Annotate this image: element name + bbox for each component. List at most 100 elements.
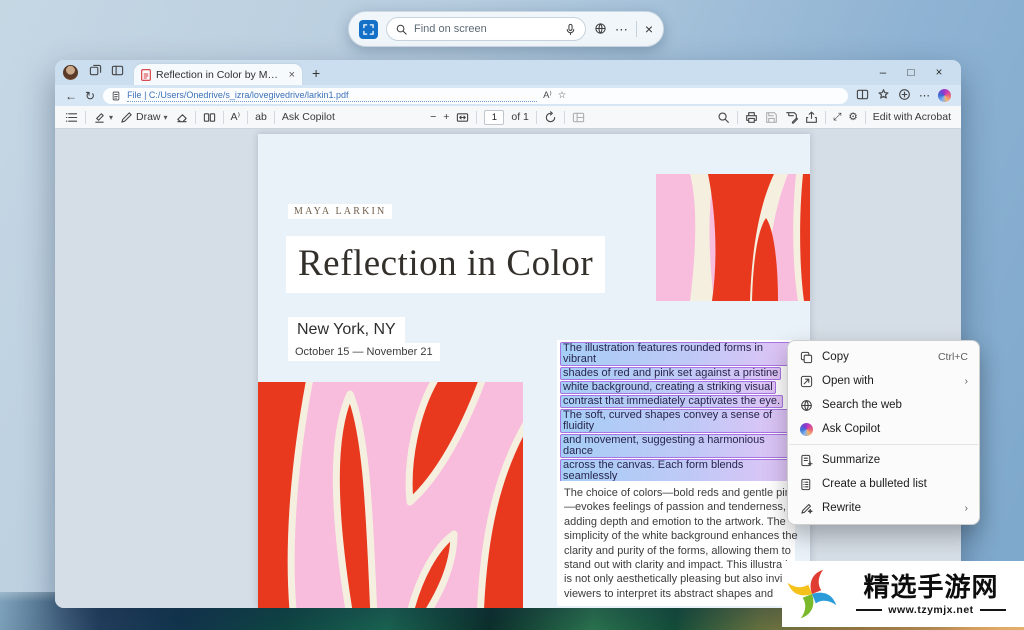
minimize-icon[interactable]: – [869,67,897,79]
zoom-in-icon[interactable]: + [443,111,449,123]
rewrite-icon [799,502,813,515]
menu-item-summarize[interactable]: Summarize [788,448,979,472]
body-line: simplicity of the white background enhan… [564,530,798,543]
dash-line [979,608,1006,611]
share-icon[interactable] [805,111,818,124]
site-watermark: 精选手游网 www.tzymjx.net [782,561,1024,627]
pdf-file-icon [141,68,151,81]
read-aloud-icon[interactable]: A⁾ [543,90,552,101]
back-icon[interactable]: ← [65,89,77,103]
page-view-icon[interactable] [203,111,216,124]
address-bar[interactable]: File | C:/Users/Onedrive/s_izra/lovegive… [103,87,848,104]
find-icon[interactable] [717,111,730,124]
body-paragraph: The choice of colors—bold reds and gentl… [557,481,802,607]
menu-item-open-with[interactable]: Open with › [788,369,979,393]
settings-more-icon[interactable]: ⋯ [919,89,930,102]
document-author: MAYA LARKIN [288,204,393,219]
read-aloud-icon[interactable]: A⁾ [231,111,241,123]
tab-search-icon[interactable] [108,64,126,82]
copy-icon [799,351,813,364]
edit-with-acrobat-button[interactable]: Edit with Acrobat [873,111,951,123]
fullscreen-icon[interactable]: ⤢ [833,111,841,124]
chevron-down-icon[interactable]: ▾ [164,113,168,122]
menu-divider [789,444,978,445]
window-close-icon[interactable]: × [925,67,953,79]
highlighted-line: contrast that immediately captivates the… [560,395,784,408]
menu-item-ask-copilot[interactable]: Ask Copilot [788,417,979,441]
refresh-icon[interactable]: ↻ [85,89,95,103]
body-line: clarity and purity of the forms, allowin… [564,544,791,557]
highlighted-line: The illustration features rounded forms … [560,342,794,366]
save-as-icon[interactable] [785,111,798,124]
site-name: 精选手游网 [863,572,999,603]
url-text: File | C:/Users/Onedrive/s_izra/lovegive… [127,90,538,102]
highlighted-line: white background, creating a striking vi… [560,381,776,394]
page-number-input[interactable]: 1 [484,109,505,125]
visual-search-icon[interactable] [594,22,607,37]
collections-icon[interactable] [877,88,890,104]
globe-search-icon [799,399,813,412]
search-icon [396,24,407,35]
window-controls: – □ × [869,67,953,79]
tab-close-icon[interactable]: × [289,69,295,81]
address-bar-row: ← ↻ File | C:/Users/Onedrive/s_izra/love… [55,85,961,106]
capture-bar: Find on screen ⋯ × [348,11,664,47]
menu-item-search-web[interactable]: Search the web [788,393,979,417]
profile-avatar[interactable] [63,65,78,80]
gear-icon[interactable]: ⚙ [848,111,857,123]
ask-copilot-button[interactable]: Ask Copilot [282,111,335,123]
highlighted-line: shades of red and pink set against a pri… [560,367,782,380]
active-tab[interactable]: Reflection in Color by Maya Larkin × [134,64,302,85]
menu-item-copy[interactable]: Copy Ctrl+C [788,345,979,369]
highlighted-line: The soft, curved shapes convey a sense o… [560,409,794,433]
file-icon [112,91,120,100]
split-screen-icon[interactable] [856,88,869,104]
draw-tool[interactable]: Draw ▾ [120,111,168,124]
save-icon[interactable] [765,111,778,124]
extensions-icon[interactable] [898,88,911,104]
find-on-screen-input[interactable]: Find on screen [386,17,586,41]
pdf-toolbar: ▾ Draw ▾ A⁾ ab Ask Copilot − + 1 of 1 ⤢ … [55,106,961,129]
document-location: New York, NY [288,317,405,343]
artwork-top-right [656,174,810,301]
add-text-icon[interactable]: ab [255,111,267,123]
close-icon[interactable]: × [645,21,653,37]
search-placeholder: Find on screen [414,23,487,35]
copilot-icon[interactable] [938,89,951,102]
highlighted-line: across the canvas. Each form blends seam… [560,459,794,483]
more-options-icon[interactable]: ⋯ [615,23,628,36]
toc-icon[interactable] [65,111,78,124]
menu-item-rewrite[interactable]: Rewrite › [788,496,979,520]
zoom-out-icon[interactable]: − [430,111,436,123]
screen-capture-icon[interactable] [359,19,378,39]
submenu-chevron-icon: › [964,502,969,514]
site-url: www.tzymjx.net [888,603,974,616]
workspaces-icon[interactable] [86,64,104,82]
pdf-page: MAYA LARKIN Reflection in Color New York… [258,134,810,608]
highlighter-tool[interactable]: ▾ [93,111,113,124]
body-line: adding depth and emotion to the artwork.… [564,515,786,528]
tab-title: Reflection in Color by Maya Larkin [156,68,284,81]
fit-width-icon[interactable] [456,111,469,124]
microphone-icon[interactable] [564,23,577,36]
new-tab-icon[interactable]: + [312,65,320,81]
print-icon[interactable] [745,111,758,124]
chevron-down-icon[interactable]: ▾ [109,113,113,122]
open-with-icon [799,375,813,388]
eraser-tool[interactable] [175,111,188,124]
body-line: The choice of colors—bold reds and gentl… [564,487,802,499]
menu-item-bulleted-list[interactable]: Create a bulleted list [788,472,979,496]
body-line: —evokes feelings of passion and tenderne… [564,501,786,514]
context-menu: Copy Ctrl+C Open with › Search the web A… [787,340,980,525]
dash-line [856,608,883,611]
body-line: viewers to interpret its abstract shapes… [564,587,774,600]
page-thumbnails-icon[interactable] [572,111,585,124]
maximize-icon[interactable]: □ [897,67,925,79]
document-title: Reflection in Color [286,236,606,293]
page-count-label: of 1 [511,111,529,123]
favorite-star-icon[interactable]: ☆ [558,90,567,101]
browser-window: Reflection in Color by Maya Larkin × + –… [55,60,961,608]
site-url-row: www.tzymjx.net [856,603,1006,616]
rotate-icon[interactable] [544,110,557,124]
divider [635,21,637,37]
